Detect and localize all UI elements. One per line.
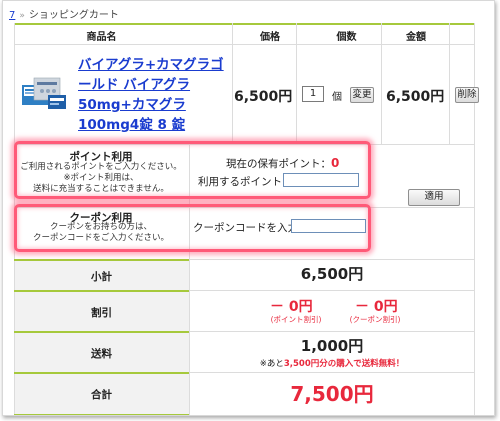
table-header: 商品名 価格 個数 金額 xyxy=(14,23,474,45)
quantity-input[interactable]: 1 xyxy=(302,86,324,102)
product-name-link[interactable]: バイアグラ+カマグラゴールド バイアグラ50mg+カマグラ100mg4錠 8 錠 xyxy=(78,55,228,135)
breadcrumb-separator: » xyxy=(19,11,25,21)
header-price: 価格 xyxy=(260,32,280,43)
points-description: ご利用されるポイントをご入力ください。 ※ポイント利用は、 送料に充当することはでき… xyxy=(20,162,182,194)
use-points-label: 利用するポイント： xyxy=(198,176,293,188)
row-divider xyxy=(189,259,475,260)
col-divider xyxy=(449,23,450,144)
summary-accent-line xyxy=(14,414,189,415)
delete-item-button[interactable]: 削除 xyxy=(455,87,479,103)
col-divider xyxy=(296,23,297,144)
total-label: 合計 xyxy=(91,389,112,401)
row-divider xyxy=(189,331,475,332)
cart-window: 7» ショッピングカート 商品名 価格 個数 金額 バイアグラ+カマグラゴールド… xyxy=(2,0,495,416)
current-points-value: 0 xyxy=(331,156,340,170)
medicine-box-image[interactable] xyxy=(20,75,68,113)
item-amount: 6,500円 xyxy=(386,89,445,105)
discount-label: 割引 xyxy=(91,307,112,319)
quantity-unit: 個 xyxy=(332,92,342,103)
current-points-label: 現在の保有ポイント：0 xyxy=(226,156,340,170)
breadcrumb: 7 » ショッピングカート xyxy=(9,6,119,21)
breadcrumb-current: ショッピングカート xyxy=(28,10,119,21)
header-amount: 金額 xyxy=(406,32,426,43)
col-divider xyxy=(232,23,233,144)
header-product: 商品名 xyxy=(86,32,117,43)
subtotal-value: 6,500円 xyxy=(300,265,364,283)
breadcrumb-home-link[interactable]: 7 xyxy=(9,10,15,21)
row-divider xyxy=(189,290,475,291)
coupon-discount-note: (クーポン割引) xyxy=(349,315,401,324)
coupon-description: クーポンをお持ちの方は、 クーポンコードをご入力ください。 xyxy=(32,222,169,243)
subtotal-label: 小計 xyxy=(91,271,112,283)
point-discount-value: － 0円 xyxy=(270,299,313,315)
change-quantity-button[interactable]: 変更 xyxy=(350,87,374,103)
use-points-input[interactable] xyxy=(283,173,359,187)
item-price: 6,500円 xyxy=(234,89,293,105)
point-discount-note: (ポイント割引) xyxy=(270,315,322,324)
shipping-value: 1,000円 xyxy=(300,337,364,355)
total-value: 7,500円 xyxy=(290,382,374,406)
col-divider xyxy=(381,23,382,144)
row-divider xyxy=(189,372,475,373)
coupon-code-label: クーポンコードを入力 xyxy=(193,222,298,234)
shipping-label: 送料 xyxy=(91,348,112,360)
free-shipping-note: ※あと3,500円分の購入で送料無料！ xyxy=(259,359,405,369)
coupon-discount-value: － 0円 xyxy=(355,299,398,315)
apply-button[interactable]: 適用 xyxy=(408,189,460,206)
header-quantity: 個数 xyxy=(336,32,357,43)
coupon-code-input[interactable] xyxy=(291,219,366,233)
